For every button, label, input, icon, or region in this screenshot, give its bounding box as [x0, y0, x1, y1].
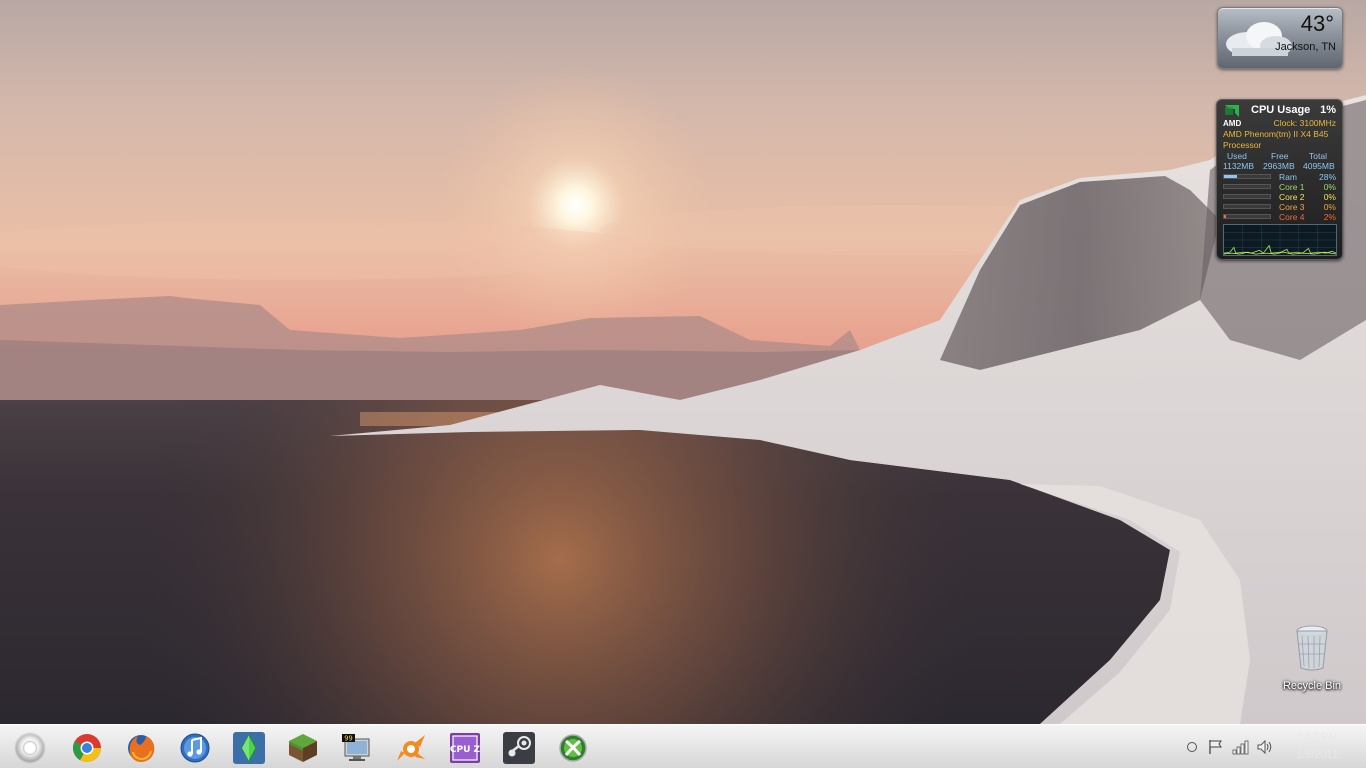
- cpu-usage-title: CPU Usage: [1251, 104, 1311, 116]
- action-center-flag-icon[interactable]: [1208, 739, 1224, 768]
- usage-bar: [1223, 214, 1271, 219]
- circle-icon[interactable]: [1186, 741, 1198, 768]
- avast-icon[interactable]: [394, 731, 428, 765]
- cpu-row-core-3: Core 3 0%: [1223, 202, 1336, 212]
- svg-text:CPU Z: CPU Z: [450, 745, 481, 755]
- cpu-usage-percent: 1%: [1320, 104, 1336, 116]
- windows-orb-icon[interactable]: [16, 734, 44, 762]
- processor-name: AMD Phenom(tm) II X4 B45: [1223, 129, 1329, 139]
- memory-free-value: 2963MB: [1263, 161, 1295, 171]
- cloudy-icon: [1226, 22, 1292, 56]
- recycle-bin-label: Recycle Bin: [1282, 680, 1342, 692]
- processor-name-suffix: Processor: [1223, 140, 1262, 150]
- memory-total-header: Total: [1309, 151, 1327, 161]
- weather-location: Jackson, TN: [1275, 41, 1336, 53]
- usage-label: Core 2: [1279, 192, 1305, 202]
- cpu-row-core-2: Core 2 0%: [1223, 192, 1336, 202]
- xbox-icon[interactable]: [556, 731, 590, 765]
- usage-bar: [1223, 174, 1271, 179]
- clock-date: 1/5/2011: [1295, 749, 1338, 761]
- usage-bar-fill: [1224, 175, 1237, 178]
- cpu-history-graph: [1223, 224, 1337, 256]
- svg-text:99: 99: [344, 735, 352, 743]
- taskbar-clock[interactable]: 2:57 PM 1/5/2011: [1284, 728, 1350, 764]
- usage-bar-fill: [1224, 215, 1226, 218]
- memory-used-value: 1132MB: [1223, 161, 1255, 171]
- amd-logo-icon: AMD: [1223, 105, 1245, 128]
- volume-icon[interactable]: [1256, 739, 1274, 768]
- system-monitor-icon[interactable]: 99: [340, 731, 374, 765]
- taskbar: 99 CPU Z 2:57 PM 1/5/2011: [0, 724, 1366, 768]
- usage-label: Ram: [1279, 172, 1297, 182]
- cpu-row-core-1: Core 1 0%: [1223, 182, 1336, 192]
- cpu-z-icon[interactable]: CPU Z: [448, 731, 482, 765]
- chrome-icon[interactable]: [70, 731, 104, 765]
- cpu-usage-gadget[interactable]: AMD CPU Usage 1% Clock: 3100MHz AMD Phen…: [1216, 99, 1343, 260]
- minecraft-icon[interactable]: [286, 731, 320, 765]
- network-signal-icon[interactable]: [1232, 739, 1250, 768]
- itunes-icon[interactable]: [178, 731, 212, 765]
- usage-value: 0%: [1323, 182, 1336, 192]
- memory-free-header: Free: [1271, 151, 1289, 161]
- clock-time: 2:57 PM: [1296, 731, 1338, 743]
- recycle-bin[interactable]: Recycle Bin: [1278, 624, 1346, 694]
- memory-total-value: 4095MB: [1303, 161, 1335, 171]
- cpu-clock: Clock: 3100MHz: [1273, 118, 1336, 128]
- usage-value: 0%: [1323, 192, 1336, 202]
- usage-bar: [1223, 194, 1271, 199]
- usage-value: 28%: [1318, 172, 1336, 182]
- recycle-bin-icon: [1296, 625, 1328, 671]
- weather-gadget[interactable]: 43° Jackson, TN: [1217, 7, 1343, 69]
- firefox-icon[interactable]: [124, 731, 158, 765]
- weather-temperature: 43°: [1300, 11, 1334, 36]
- usage-label: Core 4: [1279, 212, 1305, 222]
- sims-icon[interactable]: [232, 731, 266, 765]
- memory-used-header: Used: [1227, 151, 1247, 161]
- usage-label: Core 3: [1279, 202, 1305, 212]
- usage-bar: [1223, 204, 1271, 209]
- usage-value: 0%: [1323, 202, 1336, 212]
- cpu-row-ram: Ram 28%: [1223, 172, 1336, 182]
- desktop-wallpaper: [0, 0, 1366, 724]
- usage-label: Core 1: [1279, 182, 1305, 192]
- cpu-row-core-4: Core 4 2%: [1223, 212, 1336, 222]
- steam-icon[interactable]: [502, 731, 536, 765]
- usage-bar: [1223, 184, 1271, 189]
- usage-value: 2%: [1323, 212, 1336, 222]
